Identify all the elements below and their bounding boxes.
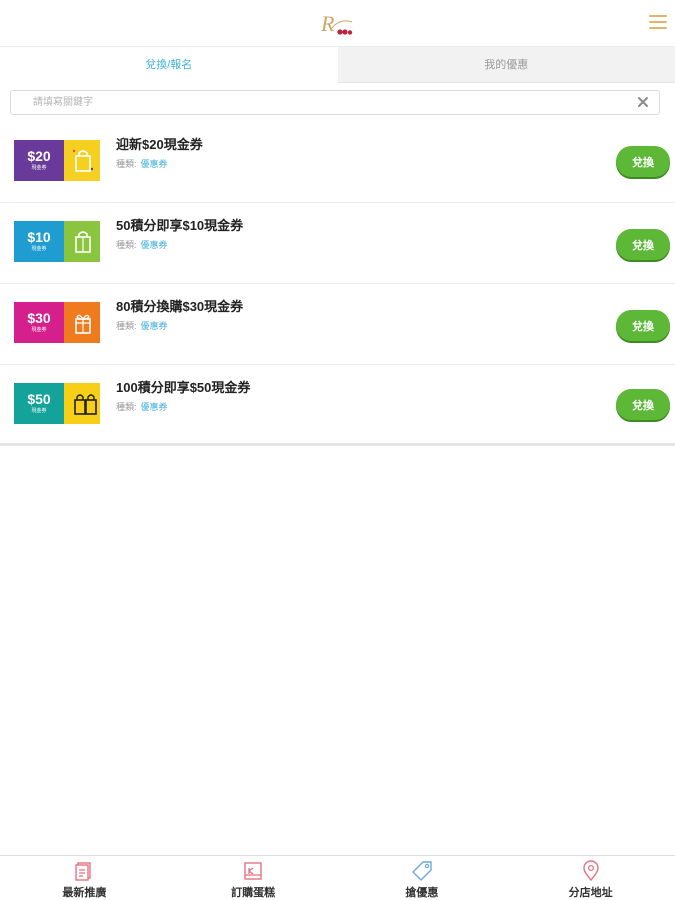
thumb-amount-panel: $10 現金券 [14, 221, 64, 262]
shopping-bags-icon [74, 394, 97, 415]
location-pin-icon [582, 860, 599, 882]
coupon-thumbnail[interactable]: $30 現金券 [14, 302, 100, 343]
category-label: 種類: [116, 159, 137, 169]
redeem-button[interactable]: 兌換 [616, 389, 670, 420]
nav-label: 最新推廣 [62, 887, 107, 899]
thumb-subtitle: 現金券 [31, 246, 47, 252]
redeem-button[interactable]: 兌換 [616, 310, 670, 341]
list-item: $30 現金券 80積分換購$30現金券 種類: 優惠券 兌換 [0, 284, 675, 365]
nav-order-cake[interactable]: 訂購蛋糕 [169, 856, 338, 900]
list-item: $50 現金券 100積分即享$50現金券 種類: 優惠券 兌換 [0, 365, 675, 446]
hamburger-menu-icon[interactable] [649, 15, 667, 31]
coupon-tag-icon [412, 861, 432, 881]
nav-grab-deals[interactable]: 搶優惠 [338, 856, 507, 900]
thumb-graphic [64, 221, 100, 262]
search-bar [10, 90, 660, 115]
tab-my-offers[interactable]: 我的優惠 [337, 47, 675, 83]
list-item: $10 現金券 50積分即享$10現金券 種類: 優惠券 兌換 [0, 203, 675, 284]
coupon-thumbnail[interactable]: $50 現金券 [14, 383, 100, 424]
thumb-amount: $30 [27, 310, 51, 326]
category-label: 種類: [116, 321, 137, 331]
coupon-list: $20 現金券 迎新$20現金券 種類: 優惠券 兌換 $10 現金券 50積分… [0, 122, 675, 446]
order-cake-icon [244, 862, 262, 880]
nav-label: 訂購蛋糕 [231, 887, 276, 899]
coupon-category: 種類: 優惠券 [116, 157, 168, 170]
thumb-subtitle: 現金券 [31, 327, 47, 333]
svg-text:R: R [320, 11, 335, 36]
thumb-amount-panel: $50 現金券 [14, 383, 64, 424]
gift-box-icon [75, 314, 91, 334]
coupon-thumbnail[interactable]: $10 現金券 [14, 221, 100, 262]
thumb-amount-panel: $20 現金券 [14, 140, 64, 181]
category-value[interactable]: 優惠券 [141, 240, 168, 250]
redeem-button[interactable]: 兌換 [616, 146, 670, 177]
nav-latest-promotions[interactable]: 最新推廣 [0, 856, 169, 900]
gift-bag-icon [75, 231, 91, 253]
nav-label: 分店地址 [568, 887, 613, 899]
coupon-category: 種類: 優惠券 [116, 319, 168, 332]
search-input[interactable] [11, 91, 621, 114]
tab-redeem-register[interactable]: 兌換/報名 [0, 47, 338, 83]
coupon-title: 100積分即享$50現金券 [116, 380, 251, 395]
category-value[interactable]: 優惠券 [141, 321, 168, 331]
coupon-category: 種類: 優惠券 [116, 400, 168, 413]
category-value[interactable]: 優惠券 [141, 402, 168, 412]
coupon-title: 迎新$20現金券 [116, 137, 203, 152]
close-icon[interactable] [637, 96, 649, 108]
thumb-amount: $20 [27, 148, 51, 164]
category-label: 種類: [116, 240, 137, 250]
bottom-navigation: 最新推廣 訂購蛋糕 搶優惠 分店地址 [0, 855, 675, 900]
thumb-amount-panel: $30 現金券 [14, 302, 64, 343]
app-header: R [0, 0, 675, 47]
coupon-title: 80積分換購$30現金券 [116, 299, 244, 314]
thumb-amount: $50 [27, 391, 51, 407]
category-label: 種類: [116, 402, 137, 412]
brand-logo[interactable]: R [318, 8, 360, 40]
thumb-graphic [64, 302, 100, 343]
thumb-graphic [64, 383, 100, 424]
nav-label: 搶優惠 [405, 887, 439, 899]
redeem-button[interactable]: 兌換 [616, 229, 670, 260]
list-item: $20 現金券 迎新$20現金券 種類: 優惠券 兌換 [0, 122, 675, 203]
coupon-thumbnail[interactable]: $20 現金券 [14, 140, 100, 181]
gift-bag-icon [73, 149, 93, 172]
tab-bar: 兌換/報名 我的優惠 [0, 47, 675, 83]
thumb-graphic [64, 140, 100, 181]
nav-store-address[interactable]: 分店地址 [506, 856, 675, 900]
category-value[interactable]: 優惠券 [141, 159, 168, 169]
coupon-category: 種類: 優惠券 [116, 238, 168, 251]
thumb-amount: $10 [27, 229, 51, 245]
promotion-icon [75, 862, 92, 881]
thumb-subtitle: 現金券 [31, 165, 47, 171]
coupon-title: 50積分即享$10現金券 [116, 218, 244, 233]
thumb-subtitle: 現金券 [31, 408, 47, 414]
